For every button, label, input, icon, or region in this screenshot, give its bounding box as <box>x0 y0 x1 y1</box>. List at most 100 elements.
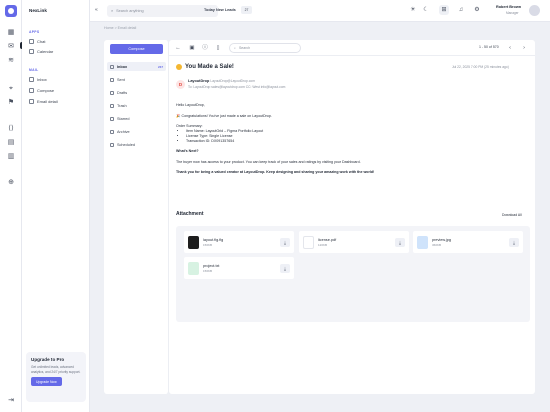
compose-button[interactable]: Compose <box>110 44 163 54</box>
report-icon[interactable]: ⓘ <box>201 44 209 52</box>
greeting: Hello LayoutDrop, <box>176 103 205 107</box>
money-bag-icon <box>176 64 182 70</box>
mail-icon[interactable]: ✉ <box>6 42 16 52</box>
email-toolbar: ← ▣ ⓘ ▯ ⌕ Search 1 - 50 of 570 ‹ › <box>169 40 535 56</box>
download-icon[interactable]: ⤓ <box>280 263 290 273</box>
today-leads-count: 27 <box>241 6 252 14</box>
pin-icon[interactable]: ⌖ <box>6 84 16 94</box>
attachment-title: Attachment <box>176 211 204 217</box>
nav-section-mail: MAIL <box>29 68 39 72</box>
sent-icon <box>110 77 114 82</box>
download-icon[interactable]: ⤓ <box>509 237 519 247</box>
attachment-item[interactable]: license.pdf 120KB ⤓ <box>299 231 409 253</box>
email-detail-icon <box>29 99 34 104</box>
mailbox-item-scheduled[interactable]: Scheduled <box>107 140 166 149</box>
chart-icon[interactable]: ▥ <box>6 152 16 162</box>
drafts-icon <box>110 90 114 95</box>
archive-icon[interactable]: ▣ <box>188 44 196 52</box>
image-file-icon <box>417 235 428 249</box>
top-header: « ⌕ Search anything Today New Leads 27 ☀ … <box>90 0 550 22</box>
global-search[interactable]: ⌕ Search anything <box>107 5 218 17</box>
download-all-link[interactable]: Download All <box>502 213 522 217</box>
next-text: The buyer now has access to your product… <box>176 159 361 164</box>
nav-item-chat[interactable]: Chat <box>29 39 45 44</box>
figma-file-icon <box>188 235 199 249</box>
nav-item-compose[interactable]: Compose <box>29 88 54 93</box>
pager-text: 1 - 50 of 570 <box>479 45 499 49</box>
whats-next-title: What's Next? <box>176 149 199 153</box>
nav-item-inbox[interactable]: Inbox <box>29 77 47 82</box>
mailbox-item-trash[interactable]: Trash <box>107 101 166 110</box>
bell-icon[interactable]: ♫ <box>456 5 466 15</box>
user-name: Robert Brown <box>496 5 522 9</box>
archive-icon <box>110 129 114 134</box>
back-arrow-icon[interactable]: ← <box>174 44 182 52</box>
chat-icon <box>29 39 34 44</box>
upgrade-title: Upgrade to Pro <box>31 357 65 362</box>
download-icon[interactable]: ⤓ <box>280 237 290 247</box>
chevron-right-icon[interactable]: › <box>520 44 528 52</box>
order-item: Transaction ID: DX091357654 <box>186 139 516 144</box>
email-date: Jul 22, 2025 7:00 PM (25 minutes ago) <box>452 65 509 69</box>
congrats-text: 🎉 Congratulations! You've just made a sa… <box>176 113 272 118</box>
flag-icon[interactable]: ⚑ <box>6 98 16 108</box>
upgrade-description: Get unlimited leads, advanced analytics,… <box>31 365 81 374</box>
theme-toggle-icon[interactable]: ☀ <box>408 5 418 15</box>
icon-rail: ▦ ✉ ≋ ⌖ ⚑ ⟨⟩ ▤ ▥ ⊕ ⇥ <box>0 0 22 412</box>
search-icon: ⌕ <box>111 9 114 13</box>
attachment-list: layout.fig.fig 156KB ⤓ license.pdf 120KB ⤓… <box>176 226 530 322</box>
plus-circle-icon[interactable]: ⊕ <box>6 178 16 188</box>
text-file-icon <box>188 261 199 275</box>
moon-icon[interactable]: ☾ <box>421 5 431 15</box>
grid-icon[interactable]: ▦ <box>6 28 16 38</box>
logo-icon <box>5 5 17 17</box>
inbox-icon <box>110 64 114 69</box>
grid-apps-icon[interactable]: ⊞ <box>439 5 449 15</box>
mailbox-item-sent[interactable]: Sent <box>107 75 166 84</box>
clock-icon <box>110 142 114 147</box>
recipients-line: To: LayoutDrop sales@layoutdrop.com CC: … <box>188 85 286 89</box>
code-icon[interactable]: ⟨⟩ <box>6 124 16 134</box>
sender-avatar: D <box>176 80 185 89</box>
mailbox-item-drafts[interactable]: Drafts <box>107 88 166 97</box>
upgrade-card: Upgrade to Pro Get unlimited leads, adva… <box>26 352 86 402</box>
inbox-icon <box>29 77 34 82</box>
trash-icon <box>110 103 114 108</box>
order-list: Item Name: LayoutGrid – Figma Portfolio … <box>186 129 516 144</box>
mailbox-item-inbox[interactable]: Inbox 237 <box>107 62 166 71</box>
breadcrumb: Home > Email detail <box>104 26 137 30</box>
search-icon: ⌕ <box>234 46 236 50</box>
mailbox-item-starred[interactable]: Starred <box>107 114 166 123</box>
chevron-left-icon[interactable]: ‹ <box>506 44 514 52</box>
nav-item-calendar[interactable]: Calendar <box>29 49 53 54</box>
sender-line: LayoutDrop LayoutDrop@LayoutDrop.com <box>188 79 255 83</box>
settings-icon[interactable]: ⚙ <box>472 5 482 15</box>
download-icon[interactable]: ⤓ <box>395 237 405 247</box>
avatar[interactable] <box>529 5 540 16</box>
logout-icon[interactable]: ⇥ <box>6 396 16 406</box>
delete-icon[interactable]: ▯ <box>214 44 222 52</box>
layers-icon[interactable]: ≋ <box>6 56 16 66</box>
compose-icon <box>29 88 34 93</box>
pdf-file-icon <box>303 235 314 249</box>
calendar-icon <box>29 49 34 54</box>
inbox-count: 237 <box>157 64 163 69</box>
attachment-item[interactable]: layout.fig.fig 156KB ⤓ <box>184 231 294 253</box>
upgrade-button[interactable]: Upgrade Now <box>31 377 62 387</box>
email-search-input[interactable]: ⌕ Search <box>229 43 301 53</box>
nav-panel: NexLink APPS Chat Calendar MAIL Inbox Co… <box>22 0 90 412</box>
brand-name: NexLink <box>29 8 47 13</box>
attachment-item[interactable]: preview.jpg 360KB ⤓ <box>413 231 523 253</box>
nav-section-apps: APPS <box>29 30 40 34</box>
clipboard-icon[interactable]: ▤ <box>6 138 16 148</box>
user-role: Manager <box>506 11 519 15</box>
email-pane: ← ▣ ⓘ ▯ ⌕ Search 1 - 50 of 570 ‹ › You Ma… <box>169 40 535 394</box>
today-leads-label: Today New Leads <box>204 8 236 12</box>
mailbox-sidebar: Compose Inbox 237 Sent Drafts Trash Starr… <box>104 40 169 394</box>
collapse-icon[interactable]: « <box>95 7 98 13</box>
email-subject: You Made a Sale! <box>176 64 234 70</box>
nav-item-email-detail[interactable]: Email detail <box>29 99 58 104</box>
mailbox-item-archive[interactable]: Archive <box>107 127 166 136</box>
attachment-item[interactable]: project.txt 156KB ⤓ <box>184 257 294 279</box>
thanks-text: Thank you for being a valued creator at … <box>176 170 375 174</box>
